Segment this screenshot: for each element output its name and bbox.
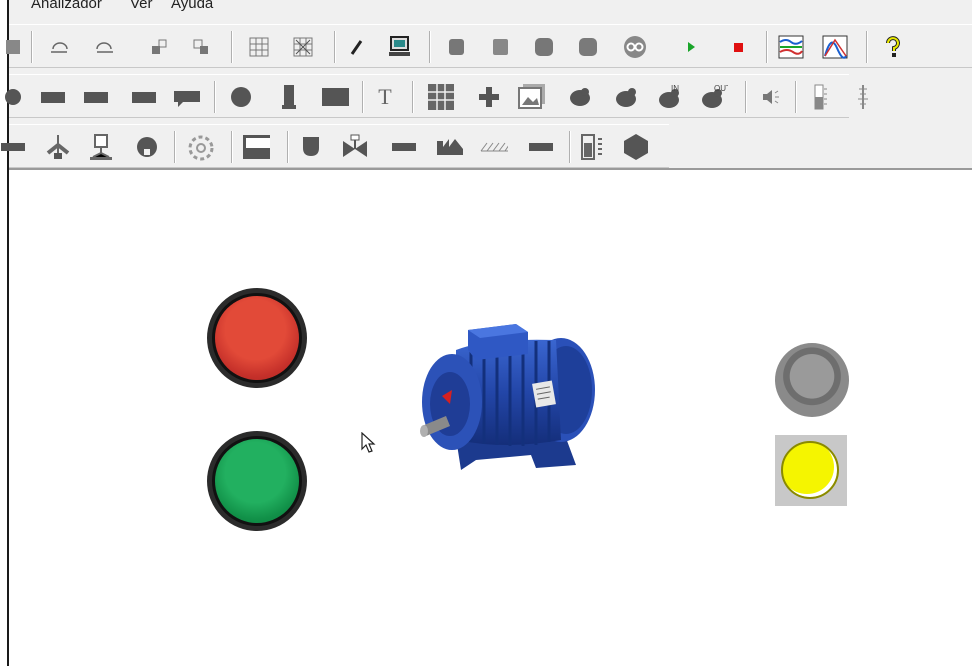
menu-ver[interactable]: Ver (130, 0, 153, 12)
menu-bar: Analizador Ver Ayuda (9, 0, 972, 24)
trend-chart-icon[interactable] (777, 33, 805, 61)
toolbar-separator (31, 31, 33, 63)
status-lamp-on-frame[interactable] (775, 435, 847, 506)
conveyor-icon[interactable] (435, 133, 463, 161)
scale-icon[interactable] (579, 133, 607, 161)
circle-icon[interactable] (227, 83, 255, 111)
design-canvas[interactable] (11, 170, 972, 666)
stop-pushbutton[interactable] (207, 288, 307, 388)
toolbar-separator (766, 31, 768, 63)
slider-scale-icon[interactable] (849, 83, 877, 111)
shape-icon[interactable] (530, 33, 558, 61)
toolbar-separator (231, 131, 233, 163)
rect-icon[interactable] (82, 83, 110, 111)
pump-icon[interactable] (133, 133, 161, 161)
stop-icon[interactable] (724, 33, 752, 61)
rect-icon[interactable] (130, 83, 158, 111)
ungroup-icon[interactable] (187, 33, 215, 61)
bar-icon[interactable] (527, 133, 555, 161)
slider-v-icon[interactable] (807, 83, 835, 111)
computer-icon[interactable] (386, 33, 414, 61)
image-icon[interactable] (517, 83, 545, 111)
toolbar-separator (174, 131, 176, 163)
blob-icon[interactable] (612, 83, 640, 111)
rect-icon[interactable] (321, 83, 349, 111)
group-icon[interactable] (145, 33, 173, 61)
status-lamp-on (781, 441, 839, 499)
output-label: OUT (714, 84, 728, 93)
curve-chart-icon[interactable] (821, 33, 849, 61)
toolbar-separator (429, 31, 431, 63)
toolbar-row-1 (6, 24, 972, 68)
toolbar-separator (334, 31, 336, 63)
hexagon-icon[interactable] (622, 133, 650, 161)
flag-rect-icon[interactable] (173, 83, 201, 111)
column-icon[interactable] (275, 83, 303, 111)
undo-icon[interactable] (46, 33, 74, 61)
output-icon[interactable]: OUT (700, 83, 728, 111)
input-icon[interactable]: IN (656, 83, 684, 111)
redo-icon[interactable] (90, 33, 118, 61)
rect-icon[interactable] (39, 83, 67, 111)
toolbar-separator (745, 81, 747, 113)
valve2-icon[interactable] (341, 133, 369, 161)
text-tool-button[interactable]: T (371, 83, 399, 111)
cross-icon[interactable] (475, 83, 503, 111)
grid-icon[interactable] (245, 33, 273, 61)
toolbar-separator (214, 81, 216, 113)
page-icon[interactable] (486, 33, 514, 61)
toolbar-row-2: T IN OUT (5, 74, 868, 118)
bar-icon[interactable] (390, 133, 418, 161)
toolbar-separator (795, 81, 797, 113)
layer-icon[interactable] (442, 33, 470, 61)
menu-analizador[interactable]: Analizador (31, 0, 102, 12)
start-pushbutton[interactable] (207, 431, 307, 531)
shape-alt-icon[interactable] (574, 33, 602, 61)
speaker-icon[interactable] (757, 83, 785, 111)
blob-icon[interactable] (566, 83, 594, 111)
link-icon[interactable] (621, 33, 649, 61)
fan-icon[interactable] (44, 133, 72, 161)
electric-motor[interactable] (416, 320, 596, 490)
mouse-cursor-icon (360, 431, 376, 459)
circle-icon[interactable] (1, 83, 29, 111)
toolbar-separator (569, 131, 571, 163)
toolbar-separator (287, 131, 289, 163)
table-icon[interactable] (427, 83, 455, 111)
pipe-icon[interactable] (0, 133, 27, 161)
toolbar-separator (362, 81, 364, 113)
input-label: IN (671, 84, 679, 93)
status-lamp-off[interactable] (775, 343, 849, 417)
toolbar-separator (412, 81, 414, 113)
pencil-icon[interactable] (343, 33, 371, 61)
menu-ayuda[interactable]: Ayuda (171, 0, 213, 12)
hatch-icon[interactable] (480, 133, 508, 161)
toolbar-area: T IN OUT (1, 24, 972, 170)
panel-icon[interactable] (242, 133, 270, 161)
toolbar-row-3 (1, 124, 669, 168)
toolbar-separator (231, 31, 233, 63)
tank-icon[interactable] (87, 133, 115, 161)
help-icon[interactable] (879, 33, 907, 61)
toolbar-separator (866, 31, 868, 63)
snap-grid-icon[interactable] (289, 33, 317, 61)
gear-icon[interactable] (186, 133, 214, 161)
play-icon[interactable] (677, 33, 705, 61)
save-icon[interactable] (0, 33, 27, 61)
valve-icon[interactable] (297, 133, 325, 161)
